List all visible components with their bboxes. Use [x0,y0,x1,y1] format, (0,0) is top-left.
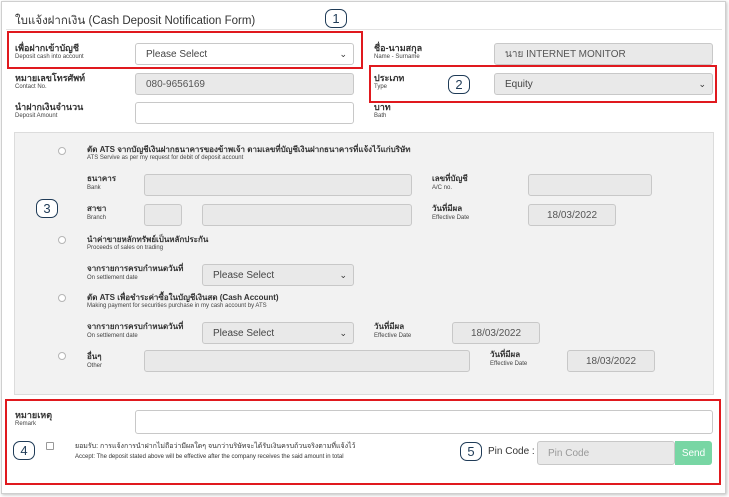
radio-ats-debit[interactable] [58,147,66,155]
baht-label-en: Bath [374,113,387,119]
name-label-en: Name - Surname [374,54,420,60]
amount-label: นำฝากเงินจำนวน Deposit Amount [15,102,83,120]
contact-label-th: หมายเลขโทรศัพท์ [15,73,86,83]
annotation-badge-2: 2 [448,75,470,94]
settlement-label-2: จากรายการครบกำหนดวันที่ On settlement da… [87,322,183,340]
effective-date-label-2-en: Effective Date [374,333,412,339]
option-ats-cash-label: ตัด ATS เพื่อชำระค่าซื้อในบัญชีเงินสด (C… [87,293,279,310]
amount-input[interactable] [135,102,354,124]
bank-label-th: ธนาคาร [87,174,116,183]
amount-label-en: Deposit Amount [15,113,58,119]
annotation-badge-4: 4 [13,441,35,460]
option-ats-cash-th: ตัด ATS เพื่อชำระค่าซื้อในบัญชีเงินสด (C… [87,293,279,302]
bank-field [144,174,412,196]
chevron-down-icon: ⌄ [339,269,347,280]
bank-label-en: Bank [87,185,101,191]
option-proceeds-en: Proceeds of sales on trading [87,245,164,251]
form-title: ใบแจ้งฝากเงิน (Cash Deposit Notification… [15,15,256,27]
settlement-select-1-value: Please Select [213,269,275,281]
settlement-label-1-en: On settlement date [87,275,138,281]
acno-field [528,174,652,196]
annotation-box-4-5 [5,399,721,485]
effective-date-field-2: 18/03/2022 [452,322,540,344]
acno-label-th: เลขที่บัญชี [432,174,468,183]
effective-date-label-3-th: วันที่มีผล [490,350,521,359]
effective-date-label-3: วันที่มีผล Effective Date [490,350,527,368]
annotation-box-1 [7,31,363,69]
effective-date-label-en: Effective Date [432,215,470,221]
chevron-down-icon: ⌄ [339,327,347,338]
name-label: ชื่อ-นามสกุล Name - Surname [374,43,422,61]
settlement-select-2[interactable]: Please Select ⌄ [202,322,354,344]
settlement-label-1-th: จากรายการครบกำหนดวันที่ [87,264,184,273]
radio-proceeds[interactable] [58,236,66,244]
effective-date-field-1: 18/03/2022 [528,204,616,226]
other-label-th: อื่นๆ [87,352,102,361]
annotation-badge-1: 1 [325,9,347,28]
option-proceeds-th: นำค่าขายหลักทรัพย์เป็นหลักประกัน [87,235,209,244]
contact-label: หมายเลขโทรศัพท์ Contact No. [15,73,85,91]
name-field: นาย INTERNET MONITOR [494,43,713,65]
annotation-box-2 [369,65,717,103]
settlement-select-1[interactable]: Please Select ⌄ [202,264,354,286]
baht-label-th: บาท [374,102,391,112]
name-label-th: ชื่อ-นามสกุล [374,43,423,53]
branch-code-field [144,204,182,226]
amount-label-th: นำฝากเงินจำนวน [15,102,84,112]
effective-date-field-3: 18/03/2022 [567,350,655,372]
branch-label-en: Branch [87,215,107,221]
radio-ats-cash[interactable] [58,294,66,302]
settlement-label-1: จากรายการครบกำหนดวันที่ On settlement da… [87,264,183,282]
radio-other[interactable] [58,352,66,360]
settlement-label-2-th: จากรายการครบกำหนดวันที่ [87,322,184,331]
option-ats-debit-en: ATS Servive as per my request for debit … [87,155,244,161]
settlement-select-2-value: Please Select [213,327,275,339]
baht-label: บาท Bath [374,102,391,120]
option-ats-debit-label: ตัด ATS จากบัญชีเงินฝากธนาคารของข้าพเจ้า… [87,145,411,162]
option-proceeds-label: นำค่าขายหลักทรัพย์เป็นหลักประกัน Proceed… [87,235,208,252]
bank-label: ธนาคาร Bank [87,174,116,192]
other-label-en: Other [87,363,103,369]
acno-label-en: A/C no. [432,185,453,191]
option-ats-cash-en: Making payment for securities purchase i… [87,303,267,309]
branch-label-th: สาขา [87,204,107,213]
effective-date-label-th: วันที่มีผล [432,204,463,213]
effective-date-label-3-en: Effective Date [490,361,528,367]
branch-label: สาขา Branch [87,204,106,222]
effective-date-label: วันที่มีผล Effective Date [432,204,469,222]
option-ats-debit-th: ตัด ATS จากบัญชีเงินฝากธนาคารของข้าพเจ้า… [87,145,411,154]
title-divider [6,29,722,30]
settlement-label-2-en: On settlement date [87,333,138,339]
annotation-badge-5: 5 [460,442,482,461]
annotation-badge-3: 3 [36,199,58,218]
contact-label-en: Contact No. [15,84,47,90]
branch-name-field [202,204,412,226]
acno-label: เลขที่บัญชี A/C no. [432,174,468,192]
other-field [144,350,470,372]
effective-date-label-2-th: วันที่มีผล [374,322,405,331]
contact-field: 080-9656169 [135,73,354,95]
effective-date-label-2: วันที่มีผล Effective Date [374,322,411,340]
other-label: อื่นๆ Other [87,352,102,370]
